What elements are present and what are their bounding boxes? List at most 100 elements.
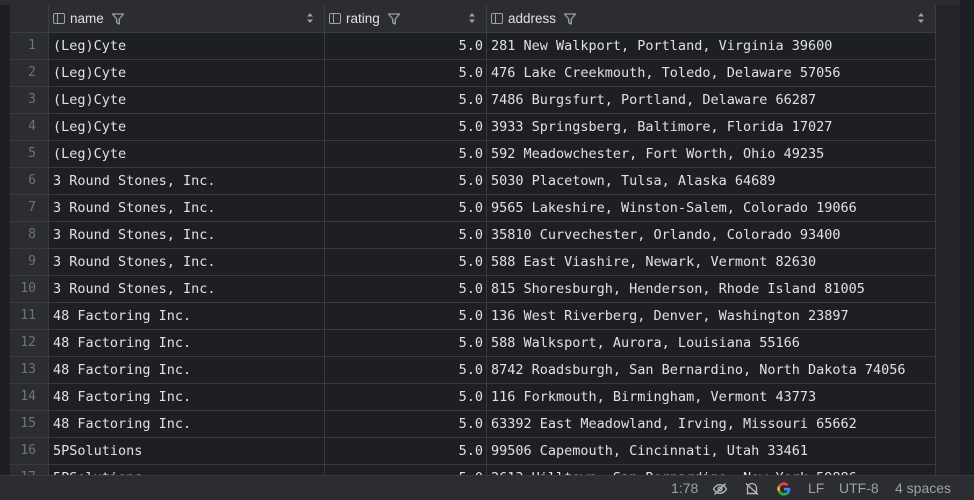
cell-rating[interactable]: 5.0 [325,33,487,59]
cell-rating[interactable]: 5.0 [325,276,487,302]
cell-address[interactable]: 3933 Springsberg, Baltimore, Florida 170… [487,114,936,140]
table-row[interactable]: 5 (Leg)Cyte 5.0 592 Meadowchester, Fort Wor… [10,141,936,168]
column-header-name[interactable]: name [49,5,325,32]
table-row[interactable]: 16 5PSolutions 5.0 99506 Capemouth, Cincinn… [10,438,936,465]
cell-rating[interactable]: 5.0 [325,330,487,356]
cell-name[interactable]: (Leg)Cyte [49,141,325,167]
cell-name[interactable]: 48 Factoring Inc. [49,411,325,437]
cell-address[interactable]: 5030 Placetown, Tulsa, Alaska 64689 [487,168,936,194]
cell-address[interactable]: 9565 Lakeshire, Winston-Salem, Colorado … [487,195,936,221]
cell-address[interactable]: 588 Walksport, Aurora, Louisiana 55166 [487,330,936,356]
cell-rating[interactable]: 5.0 [325,87,487,113]
cell-name[interactable]: 3 Round Stones, Inc. [49,276,325,302]
line-ending[interactable]: LF [808,480,824,496]
table-row[interactable]: 93 Round Stones, Inc. 5.0 588 East Viashir… [10,249,936,276]
sort-icon[interactable] [306,12,314,24]
cell-address[interactable]: 136 West Riverberg, Denver, Washington 2… [487,303,936,329]
cell-name[interactable]: 48 Factoring Inc. [49,384,325,410]
filter-icon[interactable] [111,12,125,26]
cell-name[interactable]: 48 Factoring Inc. [49,303,325,329]
sort-icon[interactable] [468,12,476,24]
column-header-address[interactable]: address [487,5,936,32]
cell-rating[interactable]: 5.0 [325,438,487,464]
table-row[interactable]: 12 48 Factoring Inc. 5.0 588 Walksport, Aur… [10,330,936,357]
table-row[interactable]: 63 Round Stones, Inc. 5.0 5030 Placetown, … [10,168,936,195]
cell-name[interactable]: 3 Round Stones, Inc. [49,249,325,275]
table-row[interactable]: 15 48 Factoring Inc. 5.0 63392 East Meadowl… [10,411,936,438]
cell-rating[interactable]: 5.0 [325,222,487,248]
row-number[interactable]: 10 [10,276,49,302]
row-number[interactable]: 17 [10,465,49,475]
cell-name[interactable]: 48 Factoring Inc. [49,357,325,383]
cell-address[interactable]: 815 Shoresburgh, Henderson, Rhode Island… [487,276,936,302]
table-row[interactable]: 1 (Leg)Cyte 5.0 281 New Walkport, Portland,… [10,33,936,60]
cell-rating[interactable]: 5.0 [325,303,487,329]
caret-position[interactable]: 1:78 [671,480,698,496]
cell-rating[interactable]: 5.0 [325,168,487,194]
row-number[interactable]: 1 [10,33,49,59]
row-number[interactable]: 12 [10,330,49,356]
indent-setting[interactable]: 4 spaces [895,480,951,496]
cell-rating[interactable]: 5.0 [325,465,487,475]
row-number[interactable]: 2 [10,60,49,86]
cell-name[interactable]: 5PSolutions [49,438,325,464]
table-row[interactable]: 10 3 Round Stones, Inc. 5.0 815 Shoresburgh… [10,276,936,303]
cell-rating[interactable]: 5.0 [325,357,487,383]
row-number[interactable]: 9 [10,249,49,275]
filter-icon[interactable] [387,12,401,26]
table-row[interactable]: 3 (Leg)Cyte 5.0 7486 Burgsfurt, Portland, D… [10,87,936,114]
row-number[interactable]: 5 [10,141,49,167]
cell-name[interactable]: 3 Round Stones, Inc. [49,195,325,221]
row-number[interactable]: 4 [10,114,49,140]
cell-name[interactable]: (Leg)Cyte [49,33,325,59]
eye-off-icon[interactable] [712,481,728,497]
cell-address[interactable]: 35810 Curvechester, Orlando, Colorado 93… [487,222,936,248]
filter-icon[interactable] [563,12,577,26]
cell-name[interactable]: 48 Factoring Inc. [49,330,325,356]
table-row[interactable]: 175PSolutions5.02613 Hilltown, San Berna… [10,465,936,475]
cell-rating[interactable]: 5.0 [325,195,487,221]
sort-icon[interactable] [917,12,925,24]
cell-name[interactable]: 3 Round Stones, Inc. [49,168,325,194]
table-row[interactable]: 4 (Leg)Cyte 5.0 3933 Springsberg, Baltimore… [10,114,936,141]
row-number[interactable]: 7 [10,195,49,221]
table-row[interactable]: 2 (Leg)Cyte 5.0 476 Lake Creekmouth, Toledo… [10,60,936,87]
google-icon[interactable] [776,481,792,497]
row-number[interactable]: 6 [10,168,49,194]
table-row[interactable]: 73 Round Stones, Inc. 5.0 9565 Lakeshire, … [10,195,936,222]
table-row[interactable]: 11 48 Factoring Inc. 5.0 136 West Riverberg… [10,303,936,330]
cell-name[interactable]: (Leg)Cyte [49,87,325,113]
cell-address[interactable]: 8742 Roadsburgh, San Bernardino, North D… [487,357,936,383]
table-row[interactable]: 83 Round Stones, Inc. 5.0 35810 Curvechest… [10,222,936,249]
cell-name[interactable]: 3 Round Stones, Inc. [49,222,325,248]
cell-address[interactable]: 99506 Capemouth, Cincinnati, Utah 33461 [487,438,936,464]
vertical-scrollbar[interactable] [936,5,960,475]
cell-address[interactable]: 281 New Walkport, Portland, Virginia 396… [487,33,936,59]
data-grid[interactable]: name rating address 1 (Leg)Cyte 5.0 281 New… [10,5,936,475]
cell-rating[interactable]: 5.0 [325,411,487,437]
ghost-off-icon[interactable] [744,481,760,497]
row-number[interactable]: 11 [10,303,49,329]
row-number[interactable]: 8 [10,222,49,248]
cell-rating[interactable]: 5.0 [325,114,487,140]
cell-address[interactable]: 588 East Viashire, Newark, Vermont 82630 [487,249,936,275]
row-number[interactable]: 16 [10,438,49,464]
cell-address[interactable]: 116 Forkmouth, Birmingham, Vermont 43773 [487,384,936,410]
row-number[interactable]: 3 [10,87,49,113]
table-row[interactable]: 14 48 Factoring Inc. 5.0 116 Forkmouth, Bir… [10,384,936,411]
cell-address[interactable]: 7486 Burgsfurt, Portland, Delaware 66287 [487,87,936,113]
cell-address[interactable]: 592 Meadowchester, Fort Worth, Ohio 4923… [487,141,936,167]
row-number[interactable]: 15 [10,411,49,437]
cell-address[interactable]: 476 Lake Creekmouth, Toledo, Delaware 57… [487,60,936,86]
row-number[interactable]: 13 [10,357,49,383]
cell-address[interactable]: 63392 East Meadowland, Irving, Missouri … [487,411,936,437]
cell-address[interactable]: 2613 Hilltown, San Bernardino, New York … [487,465,936,475]
cell-name[interactable]: 5PSolutions [49,465,325,475]
cell-name[interactable]: (Leg)Cyte [49,114,325,140]
cell-name[interactable]: (Leg)Cyte [49,60,325,86]
file-encoding[interactable]: UTF-8 [839,480,879,496]
row-number[interactable]: 14 [10,384,49,410]
cell-rating[interactable]: 5.0 [325,249,487,275]
table-row[interactable]: 13 48 Factoring Inc. 5.0 8742 Roadsburgh, S… [10,357,936,384]
cell-rating[interactable]: 5.0 [325,60,487,86]
